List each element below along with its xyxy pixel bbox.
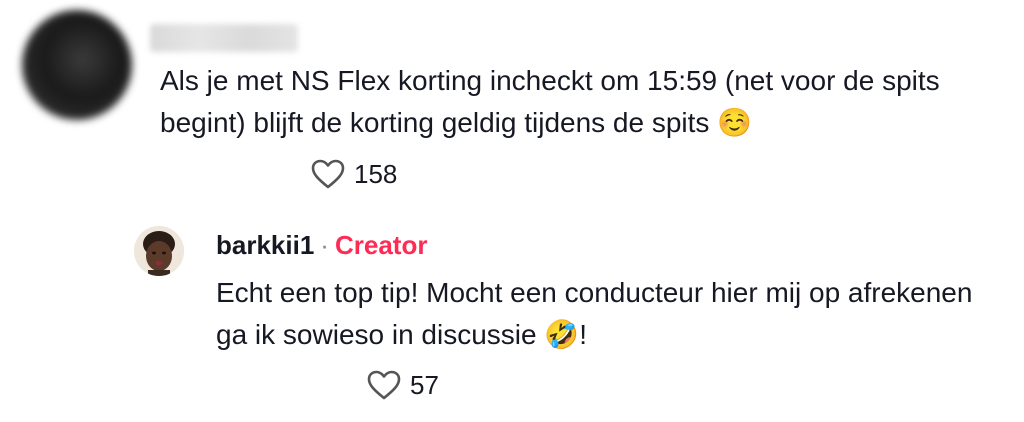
comment-text: Als je met NS Flex korting incheckt om 1… — [160, 65, 940, 138]
reply-text: Echt een top tip! Mocht een conducteur h… — [216, 277, 973, 350]
reply-header: barkkii1 · Creator — [216, 230, 427, 261]
comment-avatar[interactable] — [22, 10, 132, 120]
reply-username[interactable]: barkkii1 — [216, 230, 314, 261]
comment-username-redacted — [150, 24, 298, 52]
reply-like-count: 57 — [410, 369, 439, 400]
avatar-image — [134, 226, 184, 276]
reply-avatar[interactable] — [134, 226, 184, 276]
heart-outline-icon[interactable] — [310, 158, 346, 190]
reply-like-button[interactable]: 57 — [366, 369, 439, 401]
heart-outline-icon[interactable] — [366, 369, 402, 401]
creator-badge: Creator — [334, 230, 428, 260]
comment-like-count: 158 — [354, 158, 398, 189]
header-separator: · — [320, 230, 329, 260]
comment-like-button[interactable]: 158 — [310, 158, 397, 190]
